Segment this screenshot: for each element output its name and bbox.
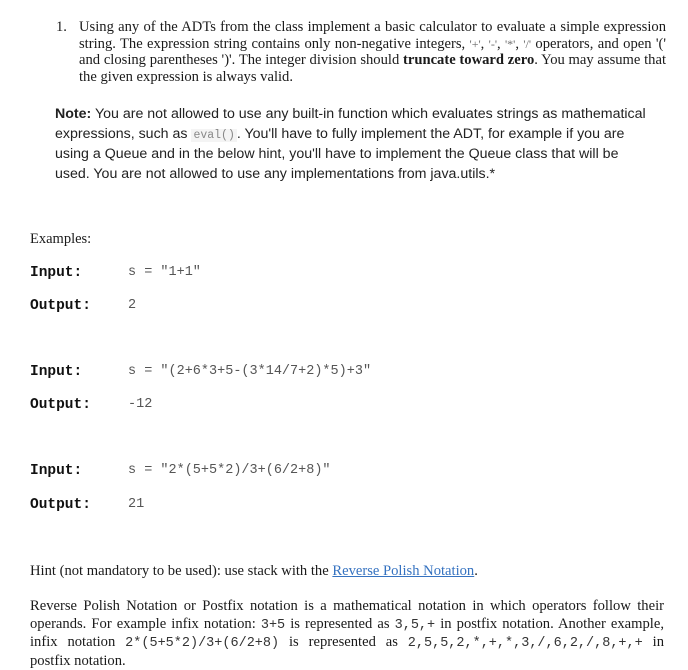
reverse-polish-notation-link[interactable]: Reverse Polish Notation bbox=[332, 563, 474, 579]
infix-example-1: 3+5 bbox=[260, 617, 286, 633]
hint-text: Hint (not mandatory to be used): use sta… bbox=[30, 563, 333, 579]
rpn-text-4: is represented as bbox=[279, 634, 408, 650]
operator-minus: '-' bbox=[488, 36, 497, 51]
bold-phrase: truncate toward zero bbox=[403, 52, 535, 68]
infix-example-2: 2*(5+5*2)/3+(6/2+8) bbox=[125, 636, 280, 651]
output-label: Output: bbox=[30, 298, 91, 314]
input-value: s = "(2+6*3+5-(3*14/7+2)*5)+3" bbox=[128, 364, 372, 379]
question-number: 1. bbox=[56, 19, 67, 35]
output-label: Output: bbox=[30, 497, 91, 513]
output-label: Output: bbox=[30, 397, 91, 413]
note-paragraph: Note: You are not allowed to use any bui… bbox=[55, 105, 655, 184]
input-label: Input: bbox=[30, 463, 83, 479]
output-value: -12 bbox=[128, 397, 153, 412]
input-label: Input: bbox=[30, 364, 83, 380]
output-value: 21 bbox=[128, 497, 145, 512]
postfix-example-1: 3,5,+ bbox=[394, 617, 436, 633]
operator-plus: '+' bbox=[469, 36, 481, 51]
output-value: 2 bbox=[128, 298, 137, 313]
hint-paragraph: Hint (not mandatory to be used): use sta… bbox=[30, 563, 478, 580]
hint-suffix: . bbox=[474, 563, 478, 579]
input-value: s = "1+1" bbox=[128, 265, 201, 280]
rpn-paragraph: Reverse Polish Notation or Postfix notat… bbox=[30, 598, 664, 670]
input-value: s = "2*(5+5*2)/3+(6/2+8)" bbox=[128, 463, 331, 478]
examples-label: Examples: bbox=[30, 231, 92, 247]
question-1: 1. Using any of the ADTs from the class … bbox=[56, 19, 666, 85]
operator-divide: '/' bbox=[523, 36, 532, 51]
input-label: Input: bbox=[30, 265, 83, 281]
eval-code: eval() bbox=[191, 128, 237, 142]
note-label: Note: bbox=[55, 106, 92, 122]
operator-multiply: '*' bbox=[505, 36, 516, 51]
question-text: Using any of the ADTs from the class imp… bbox=[79, 19, 667, 85]
rpn-text-2: is represented as bbox=[285, 615, 395, 632]
postfix-example-2: 2,5,5,2,*,+,*,3,/,6,2,/,8,+,+ bbox=[407, 636, 643, 651]
